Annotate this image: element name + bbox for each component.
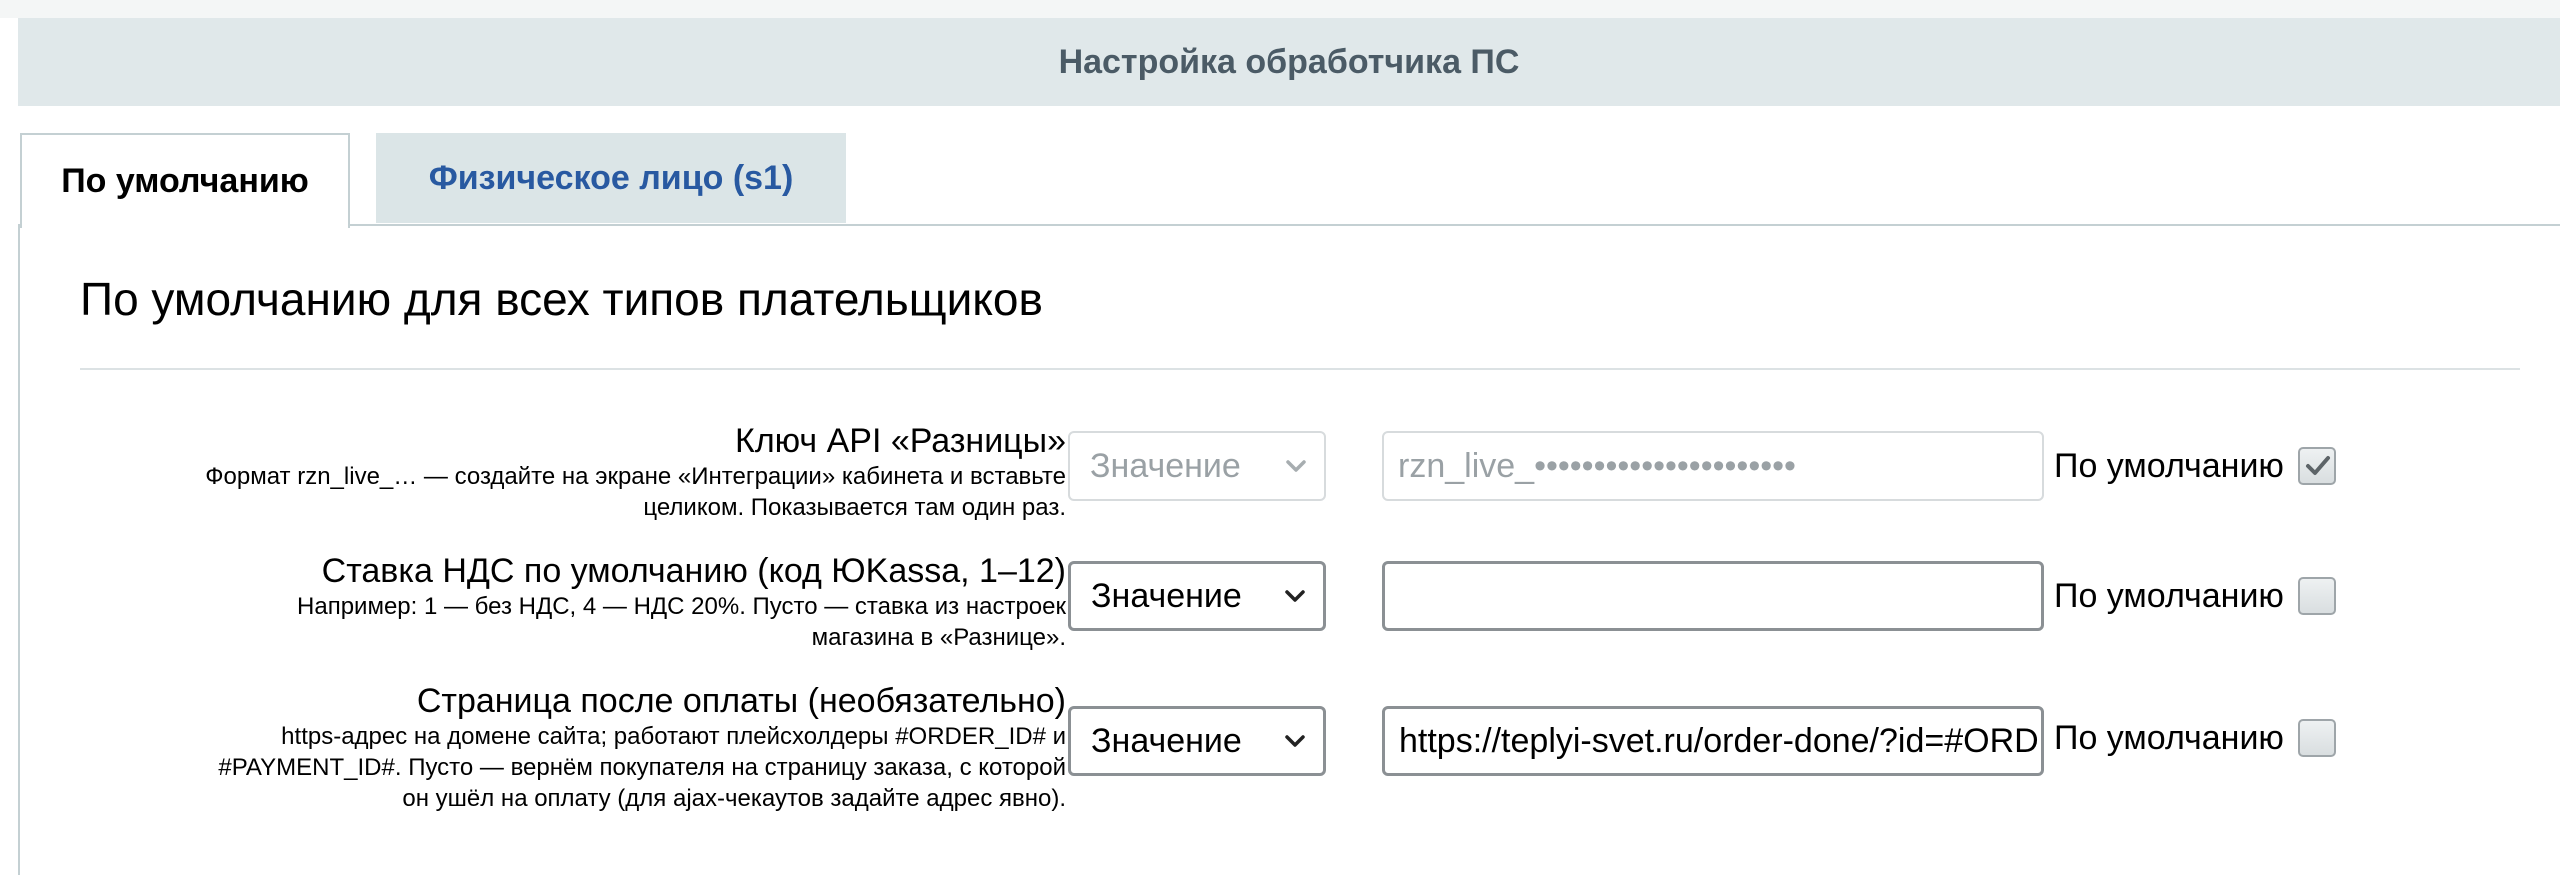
api-key-select-value: Значение: [1090, 446, 1241, 485]
section-divider: [80, 368, 2520, 370]
tab-individual-s1[interactable]: Физическое лицо (s1): [376, 133, 846, 223]
return-page-hint-line-3: он ушёл на оплату (для ajax-чекаутов зад…: [402, 785, 1066, 812]
api-key-input-value: rzn_live_••••••••••••••••••••••: [1398, 446, 1796, 485]
return-page-label-block: Страница после оплаты (необязательно) ht…: [66, 681, 1066, 814]
chevron-down-icon: [1285, 590, 1305, 602]
vat-rate-default-label: По умолчанию: [2054, 577, 2284, 615]
vat-rate-hint-line-1: Например: 1 — без НДС, 4 — НДС 20%. Пуст…: [297, 593, 1066, 620]
return-page-default-label: По умолчанию: [2054, 719, 2284, 757]
tab-content-panel: По умолчанию для всех типов плательщиков…: [18, 224, 2560, 875]
vat-rate-default-checkbox[interactable]: [2298, 577, 2336, 615]
api-key-label-block: Ключ API «Разницы» Формат rzn_live_… — с…: [66, 421, 1066, 523]
api-key-hint-line-2: целиком. Показывается там один раз.: [643, 494, 1066, 521]
vat-rate-label-block: Ставка НДС по умолчанию (код ЮKassa, 1–1…: [66, 551, 1066, 653]
return-page-hint-line-1: https-адрес на домене сайта; работают пл…: [281, 723, 1066, 750]
api-key-default-label: По умолчанию: [2054, 447, 2284, 485]
return-page-value-select[interactable]: Значение: [1068, 706, 1326, 776]
window-title: Настройка обработчика ПС: [1058, 42, 1520, 81]
setting-row-return-page: Страница после оплаты (необязательно) ht…: [20, 681, 2560, 841]
return-page-label: Страница после оплаты (необязательно): [416, 682, 1066, 720]
return-page-select-value: Значение: [1091, 721, 1242, 760]
tab-individual-s1-label: Физическое лицо (s1): [428, 158, 794, 197]
vat-rate-hint-line-2: магазина в «Разнице».: [811, 624, 1066, 651]
return-page-input[interactable]: https://teplyi-svet.ru/order-done/?id=#O…: [1382, 706, 2044, 776]
vat-rate-select-value: Значение: [1091, 576, 1242, 615]
api-key-default-checkbox[interactable]: [2298, 447, 2336, 485]
chevron-down-icon: [1285, 735, 1305, 747]
api-key-label: Ключ API «Разницы»: [735, 422, 1066, 460]
api-key-value-select[interactable]: Значение: [1068, 431, 1326, 501]
return-page-default-checkbox[interactable]: [2298, 719, 2336, 757]
tab-default-label: По умолчанию: [61, 162, 309, 200]
checkmark-icon: [2306, 456, 2330, 475]
api-key-hint-line-1: Формат rzn_live_… — создайте на экране «…: [205, 463, 1066, 490]
top-strip: [0, 0, 2560, 18]
api-key-input[interactable]: rzn_live_••••••••••••••••••••••: [1382, 431, 2044, 501]
vat-rate-input[interactable]: [1382, 561, 2044, 631]
return-page-hint-line-2: #PAYMENT_ID#. Пусто — вернём покупателя …: [218, 754, 1066, 781]
vat-rate-value-select[interactable]: Значение: [1068, 561, 1326, 631]
chevron-down-icon: [1286, 460, 1306, 472]
setting-row-api-key: Ключ API «Разницы» Формат rzn_live_… — с…: [20, 421, 2560, 551]
tab-bar: По умолчанию Физическое лицо (s1): [18, 106, 2560, 228]
section-heading: По умолчанию для всех типов плательщиков: [80, 273, 1043, 325]
tab-default[interactable]: По умолчанию: [20, 133, 350, 228]
return-page-input-value: https://teplyi-svet.ru/order-done/?id=#O…: [1399, 721, 2041, 760]
setting-row-vat-rate: Ставка НДС по умолчанию (код ЮKassa, 1–1…: [20, 551, 2560, 681]
vat-rate-label: Ставка НДС по умолчанию (код ЮKassa, 1–1…: [321, 552, 1066, 590]
payment-handler-settings-page: Настройка обработчика ПС По умолчанию Фи…: [0, 0, 2560, 875]
window-title-bar: Настройка обработчика ПС: [18, 18, 2560, 106]
